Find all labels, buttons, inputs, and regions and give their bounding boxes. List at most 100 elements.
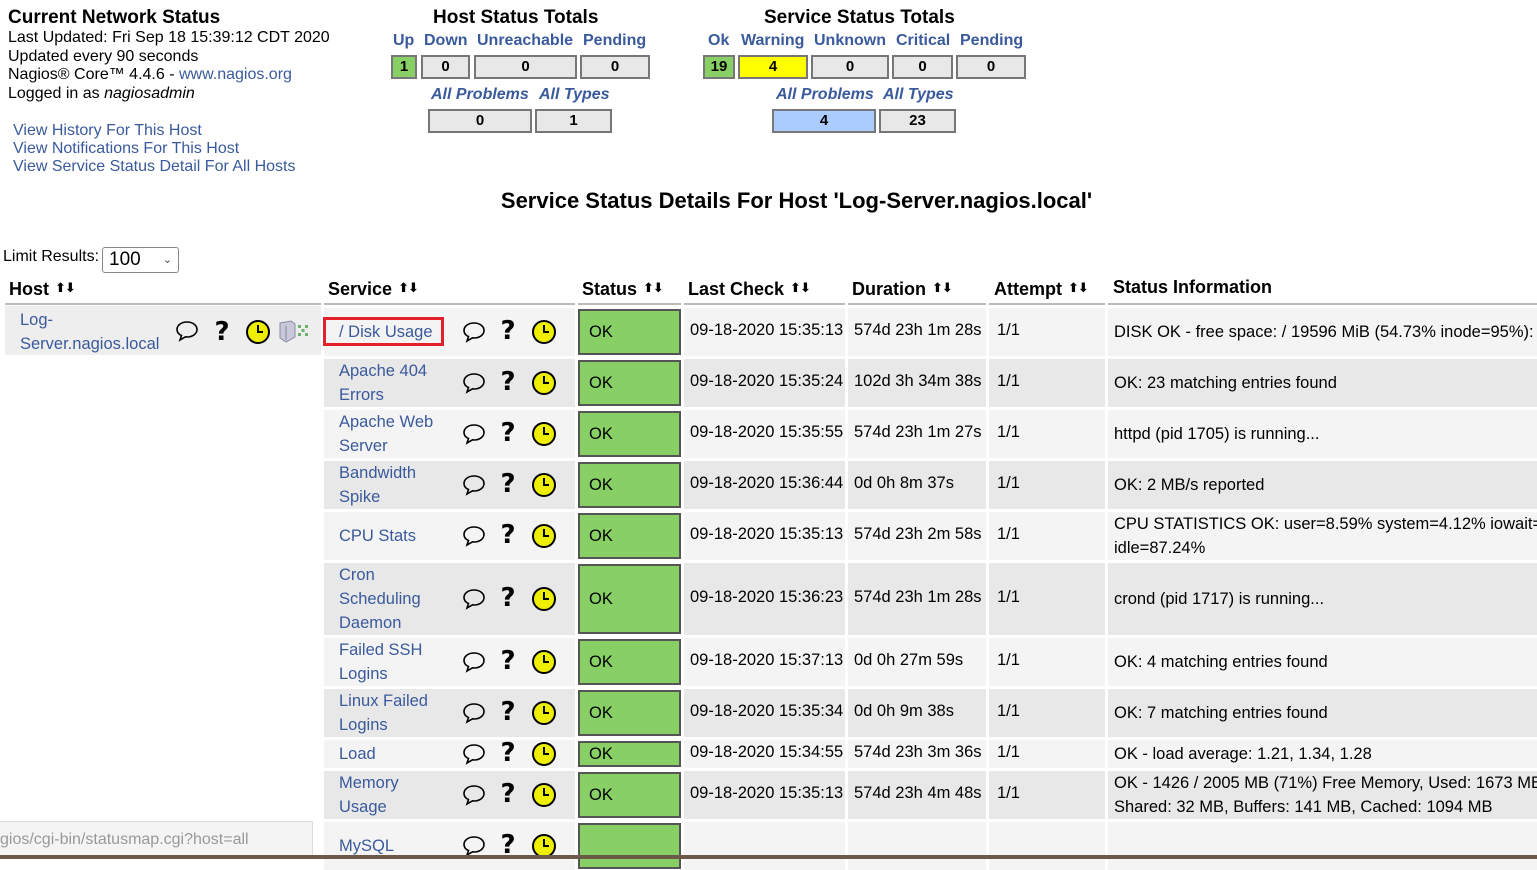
comment-bubble-icon[interactable] [462, 651, 486, 673]
service-warning-count[interactable]: 4 [737, 54, 809, 80]
view-service-detail-link[interactable]: View Service Status Detail For All Hosts [13, 158, 295, 176]
schedule-clock-icon[interactable] [531, 472, 557, 498]
help-question-icon[interactable]: ? [498, 420, 518, 446]
service-name-link[interactable]: Load [339, 742, 376, 766]
comment-bubble-icon[interactable] [462, 743, 486, 765]
service-name-link[interactable]: Failed SSH Logins [339, 638, 422, 686]
comment-bubble-icon[interactable] [462, 474, 486, 496]
host-all-types-link[interactable]: All Types [539, 86, 610, 104]
host-down-count[interactable]: 0 [420, 54, 471, 80]
status-ok-badge: OK [577, 638, 682, 686]
comment-bubble-icon[interactable] [462, 588, 486, 610]
column-status[interactable]: Status ⬆⬇ [582, 279, 664, 300]
duration-value: 0d 0h 27m 59s [854, 651, 964, 669]
view-history-link[interactable]: View History For This Host [13, 122, 295, 140]
schedule-clock-icon[interactable] [531, 700, 557, 726]
sort-arrows-icon[interactable]: ⬆⬇ [1068, 280, 1089, 295]
comment-bubble-icon[interactable] [462, 702, 486, 724]
host-pending-count[interactable]: 0 [579, 54, 651, 80]
header-divider [5, 303, 321, 305]
service-name-link[interactable]: Memory Usage [339, 771, 399, 819]
schedule-clock-icon[interactable] [245, 319, 271, 345]
service-critical-link[interactable]: Critical [896, 32, 950, 50]
sort-arrows-icon[interactable]: ⬆⬇ [643, 280, 664, 295]
schedule-clock-icon[interactable] [531, 649, 557, 675]
help-question-icon[interactable]: ? [498, 781, 518, 807]
comment-bubble-icon[interactable] [462, 525, 486, 547]
schedule-clock-icon[interactable] [531, 741, 557, 767]
last-check-value: 09-18-2020 15:35:13 [690, 525, 844, 543]
help-question-icon[interactable]: ? [498, 585, 518, 611]
service-name-link[interactable]: Apache Web Server [339, 410, 433, 458]
column-attempt[interactable]: Attempt ⬆⬇ [994, 279, 1089, 300]
comment-bubble-icon[interactable] [462, 423, 486, 445]
schedule-clock-icon[interactable] [531, 319, 557, 345]
comment-bubble-icon[interactable] [175, 320, 199, 342]
comment-bubble-icon[interactable] [462, 321, 486, 343]
service-all-types-count[interactable]: 23 [878, 108, 957, 134]
nagios-link[interactable]: www.nagios.org [179, 66, 292, 83]
service-all-problems-count[interactable]: 4 [771, 108, 877, 134]
service-unknown-link[interactable]: Unknown [814, 32, 886, 50]
service-name-link[interactable]: Linux Failed Logins [339, 689, 428, 737]
service-ok-link[interactable]: Ok [708, 32, 729, 50]
network-map-icon[interactable] [277, 320, 311, 344]
host-all-problems-count[interactable]: 0 [427, 108, 533, 134]
help-question-icon[interactable]: ? [212, 319, 232, 345]
sort-arrows-icon[interactable]: ⬆⬇ [398, 280, 419, 295]
service-unknown-count[interactable]: 0 [810, 54, 890, 80]
host-all-types-count[interactable]: 1 [534, 108, 613, 134]
service-name-link[interactable]: Cron Scheduling Daemon [339, 563, 421, 635]
comment-bubble-icon[interactable] [462, 835, 486, 857]
logged-in-line: Logged in as nagiosadmin [8, 85, 330, 104]
status-information: OK: 4 matching entries found [1114, 653, 1328, 671]
update-interval: Updated every 90 seconds [8, 47, 199, 65]
service-warning-link[interactable]: Warning [741, 32, 804, 50]
host-up-link[interactable]: Up [393, 32, 414, 50]
host-name-link[interactable]: Log- Server.nagios.local [20, 309, 165, 356]
schedule-clock-icon[interactable] [531, 421, 557, 447]
service-all-types-link[interactable]: All Types [883, 86, 954, 104]
service-ok-count[interactable]: 19 [702, 54, 736, 80]
column-service[interactable]: Service ⬆⬇ [328, 279, 419, 300]
comment-bubble-icon[interactable] [462, 784, 486, 806]
host-unreachable-link[interactable]: Unreachable [477, 32, 573, 50]
attempt-value: 1/1 [997, 474, 1020, 492]
help-question-icon[interactable]: ? [498, 522, 518, 548]
host-up-count[interactable]: 1 [390, 54, 418, 80]
header-divider [848, 303, 986, 305]
version-line: Nagios® Core™ 4.4.6 - www.nagios.org [8, 66, 330, 85]
help-question-icon[interactable]: ? [498, 471, 518, 497]
service-pending-count[interactable]: 0 [955, 54, 1027, 80]
service-all-problems-link[interactable]: All Problems [776, 86, 874, 104]
sort-arrows-icon[interactable]: ⬆⬇ [55, 280, 76, 295]
sort-arrows-icon[interactable]: ⬆⬇ [790, 280, 811, 295]
help-question-icon[interactable]: ? [498, 699, 518, 725]
schedule-clock-icon[interactable] [531, 586, 557, 612]
view-notifications-link[interactable]: View Notifications For This Host [13, 140, 295, 158]
help-question-icon[interactable]: ? [498, 740, 518, 766]
schedule-clock-icon[interactable] [531, 782, 557, 808]
column-duration[interactable]: Duration ⬆⬇ [852, 279, 953, 300]
help-question-icon[interactable]: ? [498, 648, 518, 674]
column-host[interactable]: Host ⬆⬇ [9, 279, 76, 300]
host-down-link[interactable]: Down [424, 32, 468, 50]
host-all-problems-link[interactable]: All Problems [431, 86, 529, 104]
schedule-clock-icon[interactable] [531, 523, 557, 549]
service-name-link[interactable]: Apache 404 Errors [339, 359, 427, 407]
service-pending-link[interactable]: Pending [960, 32, 1023, 50]
column-last-check[interactable]: Last Check ⬆⬇ [688, 279, 811, 300]
service-name-link[interactable]: Bandwidth Spike [339, 461, 416, 509]
limit-results-select[interactable]: 100 ⌄ [102, 247, 179, 273]
page-title: Service Status Details For Host 'Log-Ser… [500, 188, 1093, 213]
service-critical-count[interactable]: 0 [891, 54, 954, 80]
host-unreachable-count[interactable]: 0 [473, 54, 578, 80]
help-question-icon[interactable]: ? [498, 369, 518, 395]
sort-arrows-icon[interactable]: ⬆⬇ [932, 280, 953, 295]
help-question-icon[interactable]: ? [498, 318, 518, 344]
service-name-link[interactable]: CPU Stats [339, 524, 416, 548]
comment-bubble-icon[interactable] [462, 372, 486, 394]
status-information: OK: 23 matching entries found [1114, 374, 1337, 392]
schedule-clock-icon[interactable] [531, 370, 557, 396]
host-pending-link[interactable]: Pending [583, 32, 646, 50]
